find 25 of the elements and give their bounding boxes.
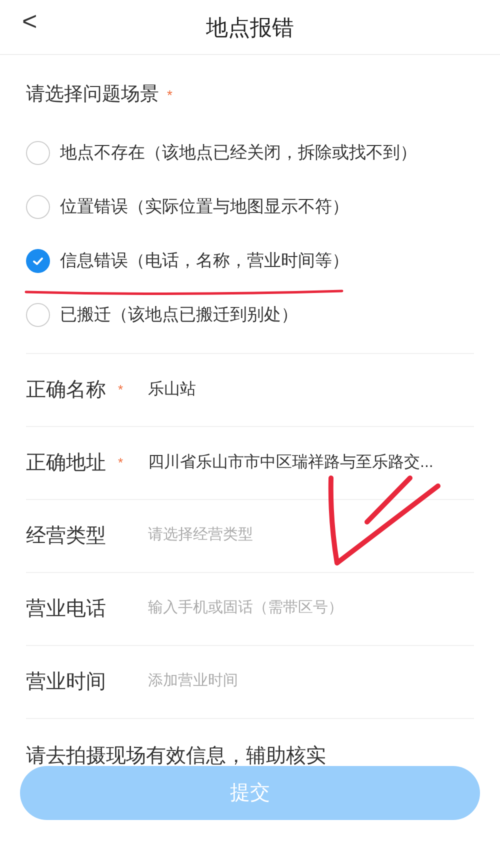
field-label: 正确名称 [26,378,107,402]
radio-option[interactable]: 信息错误（电话，名称，营业时间等） [26,234,474,288]
required-mark: * [118,382,124,396]
input-field[interactable]: 添加营业时间 [148,670,474,693]
input-field[interactable]: 请选择经营类型 [148,524,474,547]
required-mark: * [118,454,124,470]
radio-option[interactable]: 位置错误（实际位置与地图显示不符） [26,180,474,234]
field-label: 营业电话 [26,596,107,622]
option-label: 信息错误（电话，名称，营业时间等） [60,250,349,272]
field-label: 经营类型 [26,524,107,548]
required-mark: * [167,86,172,105]
option-label: 地点不存在（该地点已经关闭，拆除或找不到） [60,142,417,164]
option-label: 已搬迁（该地点已搬迁到别处） [60,304,298,326]
back-button[interactable]: < [18,8,42,34]
field-label: 营业时间 [26,670,107,694]
field-value[interactable]: 乐山站 [148,378,196,402]
radio-option[interactable]: 已搬迁（该地点已搬迁到别处） [26,288,474,342]
option-label: 位置错误（实际位置与地图显示不符） [60,196,349,218]
field-label: 正确地址 [26,450,107,476]
page-title: 地点报错 [206,14,294,42]
radio-option[interactable]: 地点不存在（该地点已经关闭，拆除或找不到） [26,126,474,180]
photo-hint: 请去拍摄现场有效信息，辅助核实 [26,744,326,766]
field-value[interactable]: 四川省乐山市市中区瑞祥路与至乐路交... [148,450,434,474]
input-field[interactable]: 输入手机或固话（需带区号） [148,597,474,620]
section-label: 请选择问题场景 [26,83,159,107]
